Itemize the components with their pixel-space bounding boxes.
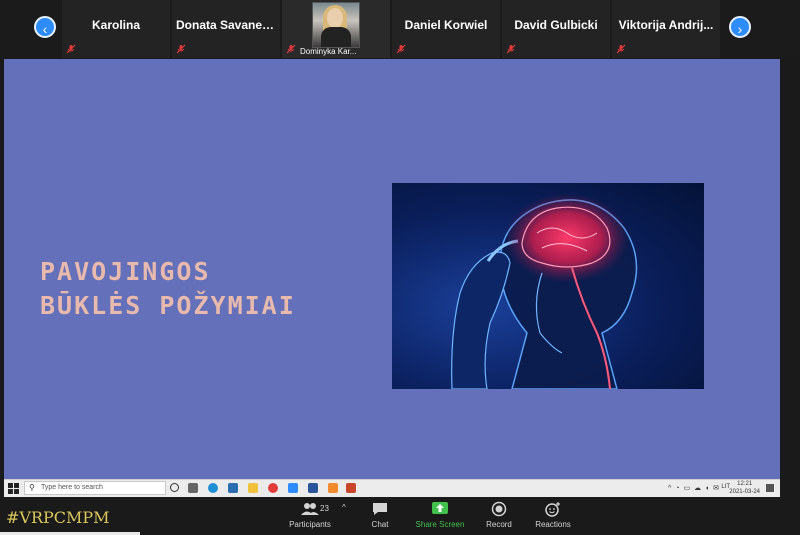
system-tray-icons[interactable]: ^ ◔ ▭ ☁ ◖ ✉ — [668, 484, 720, 492]
share-screen-icon — [432, 502, 448, 514]
taskbar-clock[interactable]: 12:21 2021-03-24 — [729, 480, 760, 496]
chevron-left-icon: ‹ — [42, 21, 48, 37]
slide-title-line-1: PAVOJINGOS — [40, 257, 211, 286]
muted-mic-icon — [616, 44, 626, 54]
headache-brain-image — [392, 183, 704, 389]
participant-video — [312, 2, 360, 48]
windows-start-icon[interactable] — [8, 483, 19, 494]
reactions-button[interactable]: Reactions — [518, 497, 588, 535]
reactions-icon — [545, 502, 560, 517]
hashtag-overlay: #VRPCMPM — [6, 508, 110, 527]
muted-mic-icon — [286, 44, 296, 54]
vlc-icon[interactable] — [328, 483, 338, 493]
powerpoint-icon[interactable] — [346, 483, 356, 493]
participants-icon — [301, 503, 319, 515]
participant-name: Daniel Korwiel — [404, 18, 488, 32]
participant-tile-donata[interactable]: Donata Savanev... — [172, 0, 280, 58]
taskbar-date: 2021-03-24 — [729, 489, 760, 495]
muted-mic-icon — [66, 44, 76, 54]
next-page-button[interactable]: › — [729, 16, 751, 38]
cortana-icon[interactable] — [170, 483, 179, 492]
participant-tile-karolina[interactable]: Karolina — [62, 0, 170, 58]
participant-tile-david[interactable]: David Gulbicki — [502, 0, 610, 58]
notification-icon[interactable] — [766, 484, 774, 492]
search-icon: ⚲ — [29, 483, 35, 492]
participants-button[interactable]: Participants — [275, 497, 345, 535]
muted-mic-icon — [176, 44, 186, 54]
participant-tile-viktorija[interactable]: Viktorija Andrij... — [612, 0, 720, 58]
taskbar-search-placeholder: Type here to search — [41, 484, 103, 491]
record-icon — [491, 501, 507, 517]
prev-page-button[interactable]: ‹ — [34, 16, 56, 38]
windows-taskbar: ⚲ Type here to search ^ ◔ ▭ ☁ ◖ ✉ LIT 12… — [4, 479, 780, 497]
taskbar-time: 12:21 — [737, 481, 753, 487]
store-icon[interactable] — [228, 483, 238, 493]
participants-count: 23 — [320, 504, 329, 513]
opera-icon[interactable] — [268, 483, 278, 493]
participant-name: Karolina — [91, 18, 140, 32]
folder-icon[interactable] — [248, 483, 258, 493]
participant-name: Donata Savanev... — [176, 18, 278, 32]
chat-icon — [373, 503, 387, 515]
muted-mic-icon — [396, 44, 406, 54]
slide-title: PAVOJINGOS BŪKLĖS POŽYMIAI — [40, 255, 296, 323]
task-view-icon[interactable] — [188, 483, 198, 493]
shared-slide: PAVOJINGOS BŪKLĖS POŽYMIAI — [4, 59, 780, 479]
muted-mic-icon — [506, 44, 516, 54]
participant-tile-dominyka[interactable]: Dominyka Kar... — [282, 0, 390, 58]
participant-name: Dominyka Kar... — [300, 47, 357, 56]
participant-strip: ‹ Karolina Donata Savanev... Dominyka Ka… — [0, 0, 800, 58]
participant-name: David Gulbicki — [514, 18, 598, 32]
slide-title-line-2: BŪKLĖS POŽYMIAI — [40, 291, 296, 320]
participant-tile-daniel[interactable]: Daniel Korwiel — [392, 0, 500, 58]
word-icon[interactable] — [308, 483, 318, 493]
taskbar-search-box[interactable]: ⚲ Type here to search — [24, 481, 166, 495]
zoom-app-icon[interactable] — [288, 483, 298, 493]
chevron-right-icon: › — [737, 21, 743, 37]
reactions-label: Reactions — [535, 520, 571, 529]
participant-name: Viktorija Andrij... — [618, 18, 714, 32]
participants-label: Participants — [289, 520, 331, 529]
edge-icon[interactable] — [208, 483, 218, 493]
